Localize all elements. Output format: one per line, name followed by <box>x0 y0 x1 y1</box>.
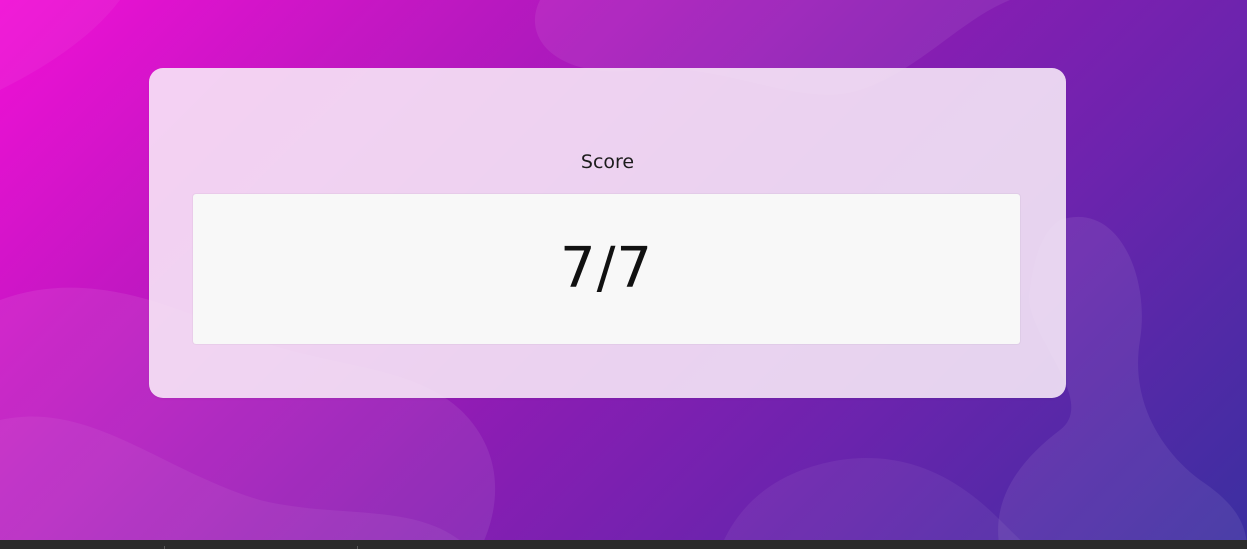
score-label: Score <box>580 151 635 173</box>
taskbar <box>0 540 1247 549</box>
score-value: 7/7 <box>559 236 654 301</box>
app-background: Score 7/7 <box>0 0 1247 549</box>
score-display-box: 7/7 <box>193 194 1020 344</box>
score-card: Score 7/7 <box>149 68 1066 398</box>
